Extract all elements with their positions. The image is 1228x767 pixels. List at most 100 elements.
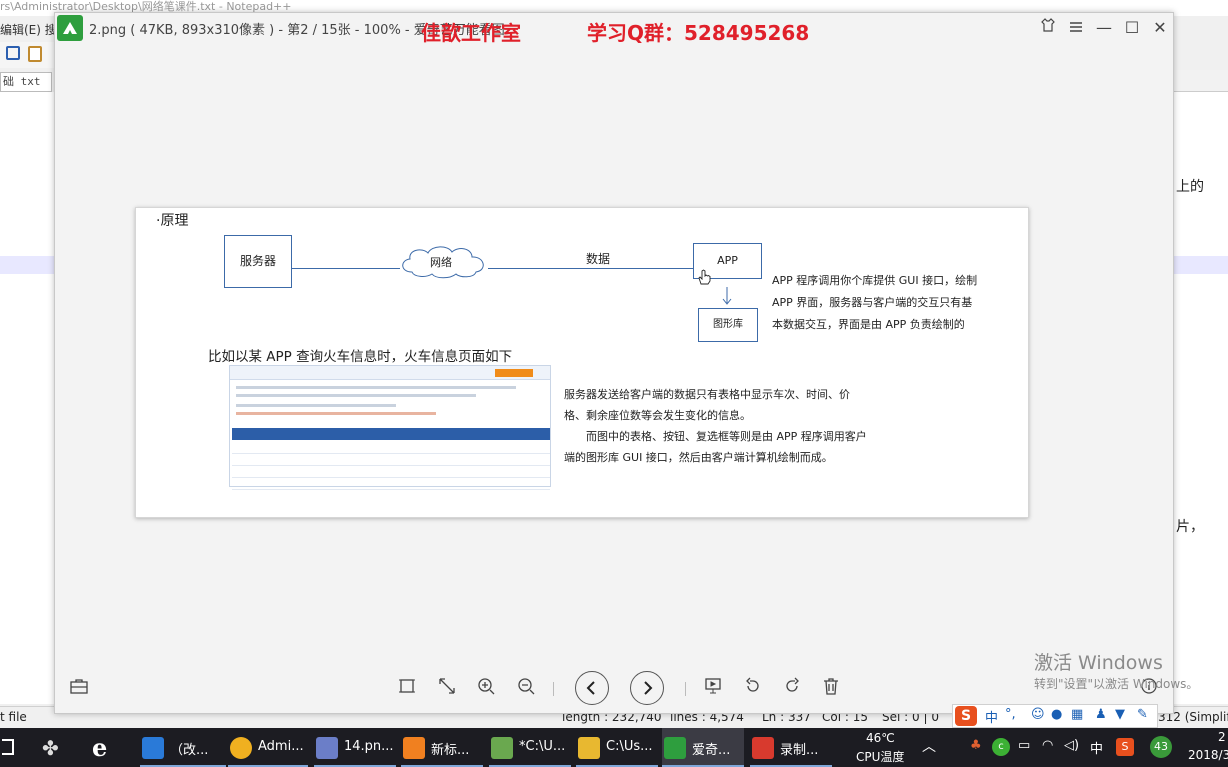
- taskbar-item[interactable]: Admi...: [228, 728, 308, 767]
- fit-screen-icon[interactable]: [395, 677, 419, 701]
- shirt-icon[interactable]: [1037, 17, 1059, 39]
- app-icon: [752, 737, 774, 759]
- wechat-icon[interactable]: c: [992, 738, 1010, 756]
- taskbar-item-label: 爱奇...: [692, 743, 731, 758]
- input-language[interactable]: 中: [1090, 738, 1103, 757]
- ime-toolbar[interactable]: S 中 °, ☺ ● ▦ ♟ ▼ ✎: [952, 704, 1158, 728]
- tray-app-icon[interactable]: ♣: [970, 738, 982, 753]
- slideshow-icon[interactable]: [701, 677, 725, 701]
- rotate-left-icon[interactable]: [741, 677, 765, 701]
- toolbar-separator: [553, 682, 554, 696]
- taskbar-item[interactable]: 爱奇...: [662, 728, 744, 767]
- app-icon: [403, 737, 425, 759]
- previous-image-button[interactable]: [575, 671, 609, 705]
- app-icon: [230, 737, 252, 759]
- toolbar-separator: [685, 682, 686, 696]
- note-line: APP 程序调用你个库提供 GUI 接口，绘制: [772, 274, 978, 287]
- volume-icon[interactable]: ◁): [1064, 738, 1079, 753]
- wifi-icon[interactable]: ◠: [1042, 738, 1053, 753]
- graphics-library-box: 图形库: [698, 308, 758, 342]
- app-icon: [664, 737, 686, 759]
- taskbar-item-label: 录制...: [780, 743, 819, 758]
- battery-icon[interactable]: ▭: [1018, 738, 1030, 753]
- slide-image: ·原理 服务器 网络 数据 APP 图形库 APP 程序调用你个库提供 GUI …: [135, 207, 1029, 518]
- notepad-tab[interactable]: 础 txt: [0, 72, 52, 92]
- taskbar-item[interactable]: C:\Us...: [576, 728, 658, 767]
- arrow-down-icon: [722, 287, 732, 305]
- ie-icon[interactable]: e: [92, 733, 107, 762]
- editor-text-fragment: 上的: [1176, 179, 1204, 195]
- network-label: 网络: [430, 256, 452, 269]
- microphone-icon[interactable]: ●: [1051, 707, 1062, 722]
- app-icon: [142, 737, 164, 759]
- taskbar-item[interactable]: *C:\U...: [489, 728, 571, 767]
- connector-line: [488, 268, 694, 269]
- next-image-button[interactable]: [630, 671, 664, 705]
- menu-icon[interactable]: [1065, 17, 1087, 39]
- delete-icon[interactable]: [819, 677, 843, 701]
- actual-size-icon[interactable]: [435, 677, 459, 701]
- screenshot-table-row: [232, 454, 550, 466]
- watermark-qq-group: 学习Q群：528495268: [587, 21, 810, 45]
- editor-text-fragment: 片，: [1176, 519, 1204, 535]
- show-hidden-icons-icon[interactable]: ︿: [922, 736, 936, 756]
- description-line: 而图中的表格、按钮、复选框等则是由 APP 程序调用客户: [564, 430, 867, 443]
- server-box: 服务器: [224, 235, 292, 288]
- zoom-out-icon[interactable]: [514, 677, 538, 701]
- minimize-button[interactable]: —: [1093, 17, 1115, 39]
- paste-icon[interactable]: [28, 46, 42, 62]
- app-icon: [491, 737, 513, 759]
- description-line: 格、剩余座位数等会发生变化的信息。: [564, 409, 751, 422]
- user-icon[interactable]: ♟: [1095, 707, 1107, 722]
- notification-badge[interactable]: 43: [1150, 736, 1172, 758]
- hand-cursor-icon: [698, 269, 711, 285]
- taskbar-item[interactable]: （改...: [140, 728, 226, 767]
- image-viewer-window: 2.png ( 47KB, 893x310像素 ) - 第2 / 15张 - 1…: [54, 12, 1174, 714]
- rotate-right-icon[interactable]: [780, 677, 804, 701]
- ime-mode[interactable]: 中: [985, 707, 998, 726]
- taskbar: ✤ e （改... Admi... 14.pn... 新标... *C:\U..…: [0, 728, 1228, 767]
- settings-wrench-icon[interactable]: ✎: [1137, 707, 1148, 722]
- taskbar-item[interactable]: 新标...: [401, 728, 483, 767]
- sogou-logo-icon: S: [955, 706, 977, 726]
- close-button[interactable]: ✕: [1149, 17, 1171, 39]
- taskbar-item[interactable]: 录制...: [750, 728, 832, 767]
- watermark-studio: 佳歆工作室: [421, 21, 521, 45]
- app-icon: [316, 737, 338, 759]
- viewer-titlebar[interactable]: 2.png ( 47KB, 893x310像素 ) - 第2 / 15张 - 1…: [55, 13, 1173, 45]
- screenshot-filter-row: [236, 386, 516, 389]
- taskbar-item-label: Admi...: [258, 739, 304, 754]
- emoji-icon[interactable]: ☺: [1031, 707, 1045, 722]
- cpu-temperature-label: CPU温度: [856, 750, 905, 764]
- sogou-tray-icon[interactable]: S: [1116, 738, 1134, 756]
- activate-windows-hint: 转到"设置"以激活 Windows。: [1034, 677, 1199, 691]
- taskbar-item-label: （改...: [170, 743, 209, 758]
- keyboard-icon[interactable]: ▦: [1071, 707, 1083, 722]
- ime-punctuation[interactable]: °,: [1005, 707, 1016, 722]
- screenshot-table-row: [232, 478, 550, 490]
- task-view-icon[interactable]: [2, 739, 14, 755]
- screenshot-search-button: [495, 369, 533, 377]
- toolbox-icon[interactable]: [67, 677, 91, 701]
- taskbar-item[interactable]: 14.pn...: [314, 728, 396, 767]
- note-line: 本数据交互，界面是由 APP 负责绘制的: [772, 318, 965, 331]
- screenshot-table-row: [232, 442, 550, 454]
- clock-time[interactable]: 2: [1218, 730, 1226, 744]
- screenshot-table-row: [232, 466, 550, 478]
- screenshot-filter-row: [236, 412, 436, 415]
- copy-icon[interactable]: [6, 46, 20, 60]
- pinwheel-icon[interactable]: ✤: [42, 736, 59, 760]
- notepad-menu[interactable]: 编辑(E) 搜: [0, 18, 56, 42]
- notepad-tabbar: [1174, 70, 1228, 92]
- clock-date[interactable]: 2018/3: [1188, 748, 1228, 762]
- app-icon: [578, 737, 600, 759]
- viewer-logo-icon: [57, 15, 83, 41]
- description-line: 端的图形库 GUI 接口，然后由客户端计算机绘制而成。: [564, 451, 833, 464]
- example-caption: 比如以某 APP 查询火车信息时，火车信息页面如下: [208, 349, 513, 365]
- zoom-in-icon[interactable]: [474, 677, 498, 701]
- shirt-skin-icon[interactable]: ▼: [1115, 707, 1125, 722]
- connector-line: [292, 268, 400, 269]
- status-file-type: t file: [0, 710, 27, 724]
- data-label: 数据: [586, 252, 611, 266]
- maximize-button[interactable]: ☐: [1121, 17, 1143, 39]
